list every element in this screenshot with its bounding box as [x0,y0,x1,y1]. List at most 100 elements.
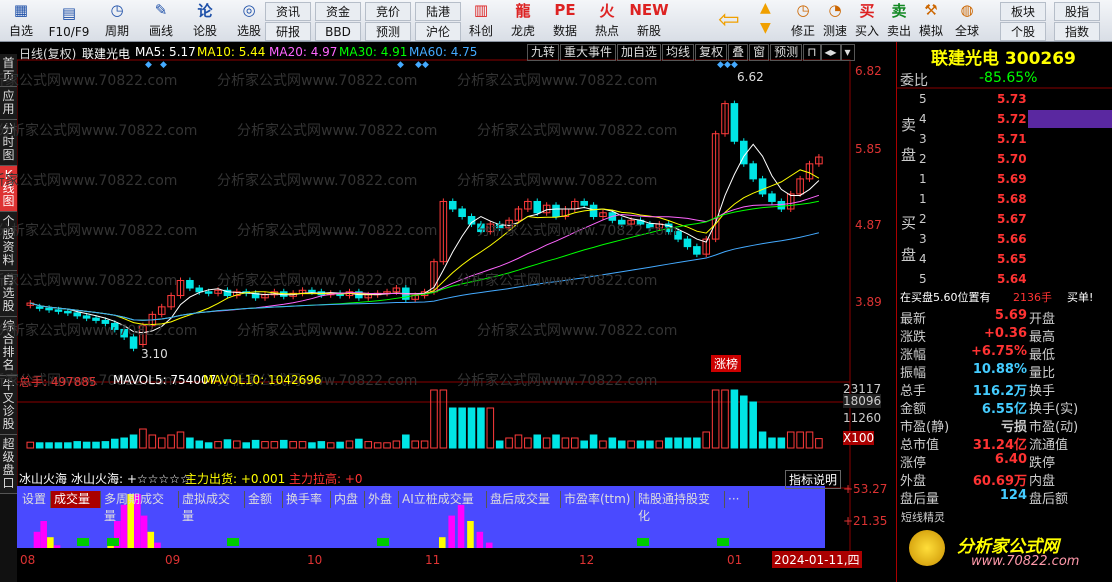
leftnav-item[interactable]: 综合排名 [0,317,17,376]
indicator-tab[interactable]: AI立桩成交量 [399,491,487,508]
toolbar-pair-bottom[interactable]: 指数 [1054,22,1100,41]
chart-button[interactable]: 叠 [728,44,749,61]
chart-period[interactable]: 日线(复权) [19,45,76,62]
indicator-help-button[interactable]: 指标说明 [785,470,842,489]
toolbar-pair: 股指 指数 [1054,0,1100,42]
indicator-tab[interactable]: 换手率 [283,491,331,508]
mavol5-label: MAVOL5: 754007 [113,373,217,387]
event-marker-icon[interactable]: ◆ [731,60,738,70]
indicator-tab[interactable]: 盘后成交量 [487,491,561,508]
toolbar-pair-top[interactable]: 股指 [1054,2,1100,21]
event-marker-icon[interactable]: ◆ [422,60,429,70]
toolbar-chart-button[interactable]: ▥ 科创 [462,0,500,42]
toolbar-label: 测速 [822,24,847,38]
toolbar-new-button[interactable]: NEW 新股 [629,0,668,42]
indicator-tab[interactable]: ··· [725,491,749,508]
quote-sidebar: 联建光电 300269 委比 -85.65% 卖盘 5 5.73 4 5.72 3 5.71 2 5.… [896,42,1112,582]
ask-price[interactable]: 5.71 [997,132,1027,146]
toolbar-pair-bottom[interactable]: BBD [315,22,361,41]
event-marker-icon[interactable]: ◆ [145,60,152,70]
chart-button[interactable]: 窗 [749,44,770,61]
quote-value: 6.40 [994,452,1027,467]
toolbar-pe-button[interactable]: PE 数据 [546,0,584,42]
toolbar-pencil-button[interactable]: ✎ 画线 [142,0,180,42]
bid-price[interactable]: 5.66 [997,232,1027,246]
toolbar-clock-button[interactable]: ◷ 修正 [786,0,820,42]
leftnav-item[interactable]: 超级盘口 [0,435,17,494]
toolbar: ▦ 自选 ▤ F10/F9 ◷ 周期 ✎ 画线论论股 ◎ 选股 资讯 研报 资金 BBD 竞价 预测 陆港 沪伦 ▥… [0,0,1112,42]
ask-price[interactable]: 5.72 [997,112,1027,126]
volume-bar [815,438,823,449]
toolbar-pair-top[interactable]: 竞价 [365,2,411,21]
chart-button[interactable]: 重大事件 [560,44,617,61]
indicator-tab[interactable]: 金额 [245,491,283,508]
volume-bar [655,440,664,449]
toolbar-pair-top[interactable]: 板块 [1000,2,1046,21]
indicator-tab[interactable]: 成交量 [51,491,101,508]
leftnav-item[interactable]: 应用 [0,87,17,120]
toolbar-dragon-button[interactable]: 龍龙虎 [504,0,542,42]
toolbar-grid-button[interactable]: ▦ 自选 [2,0,40,42]
chart-button[interactable]: 九转 [527,44,560,61]
leftnav-item[interactable]: 分时图 [0,120,17,166]
indicator-tab[interactable]: 陆股通持股变化 [635,491,725,523]
toolbar-hot-button[interactable]: 火热点 [588,0,626,42]
leftnav-item[interactable]: 牛叉诊股 [0,376,17,435]
indicator-tab[interactable]: 多周期成交量 [101,491,179,523]
event-marker-icon[interactable]: ◆ [717,60,724,70]
toolbar-sell-button[interactable]: 卖卖出 [882,0,916,42]
quote-row: 涨跌 +0.36 最高 [897,325,1112,345]
ask-price[interactable]: 5.69 [997,172,1027,186]
toolbar-pair-top[interactable]: 资金 [315,2,361,21]
bid-price[interactable]: 5.65 [997,252,1027,266]
toolbar-hammer-button[interactable]: ⚒ 模拟 [914,0,948,42]
kline-chart[interactable]: 日线(复权) 联建光电 MA5: 5.17 MA10: 5.44 MA20: 4… [0,42,895,582]
chart-button[interactable]: 复权 [695,44,728,61]
chart-button[interactable]: 均线 [662,44,695,61]
toolbar-chat-button[interactable]: 论论股 [186,0,224,42]
ask-price[interactable]: 5.70 [997,152,1027,166]
expand-icon[interactable]: ◂▸ [820,44,841,61]
event-marker-icon[interactable]: ◆ [160,60,167,70]
indicator-tab[interactable]: 外盘 [365,491,399,508]
toolbar-pair-bottom[interactable]: 沪伦 [415,22,461,41]
chart-button[interactable]: 加自选 [617,44,662,61]
toolbar-buy-button[interactable]: 买买入 [850,0,884,42]
candle [646,223,654,229]
down-arrow-icon[interactable]: ▼ [760,20,771,36]
event-marker-icon[interactable]: ◆ [724,60,731,70]
indicator-tab[interactable]: 设置 [19,491,51,508]
event-marker-icon[interactable]: ◆ [397,60,404,70]
toolbar-pair-bottom[interactable]: 研报 [265,22,311,41]
toolbar-pair-top[interactable]: 陆港 [415,2,461,21]
leftnav-item[interactable]: 个股资料 [0,212,17,271]
bid-price[interactable]: 5.67 [997,212,1027,226]
toolbar-pair-bottom[interactable]: 个股 [1000,22,1046,41]
toolbar-clock-button[interactable]: ◷ 周期 [98,0,136,42]
ask-price[interactable]: 5.73 [997,92,1027,106]
up-arrow-icon[interactable]: ▲ [760,0,771,16]
volume-bar [186,437,194,449]
indicator-tab[interactable]: 市盈率(ttm) [561,491,635,508]
lock-icon[interactable]: ⊓ [803,44,821,61]
indicator-tab[interactable]: 虚拟成交量 [179,491,245,523]
toolbar-gauge-button[interactable]: ◎ 选股 [230,0,268,42]
toolbar-doc-button[interactable]: ▤ F10/F9 [46,0,92,42]
panel-title[interactable]: 短线精灵 [901,509,945,525]
toolbar-globe-button[interactable]: ◍ 全球 [950,0,984,42]
leftnav-item[interactable]: 自选股 [0,271,17,317]
event-tag[interactable]: 涨榜 [711,355,742,372]
menu-icon[interactable]: ▾ [840,44,855,61]
toolbar-pair-bottom[interactable]: 预测 [365,22,411,41]
indicator-axis-label: +53.27 [843,482,888,496]
leftnav-item[interactable]: K线图 [0,166,17,212]
bid-price[interactable]: 5.64 [997,272,1027,286]
event-marker-icon[interactable]: ◆ [415,60,422,70]
toolbar-speed-button[interactable]: ◔ 测速 [818,0,852,42]
toolbar-pair-top[interactable]: 资讯 [265,2,311,21]
indicator-tab[interactable]: 内盘 [331,491,365,508]
chart-button[interactable]: 预测 [770,44,803,61]
bid-price[interactable]: 5.68 [997,192,1027,206]
back-arrow-icon[interactable]: ⇦ [718,5,740,35]
leftnav-item[interactable]: 首页 [0,54,17,87]
